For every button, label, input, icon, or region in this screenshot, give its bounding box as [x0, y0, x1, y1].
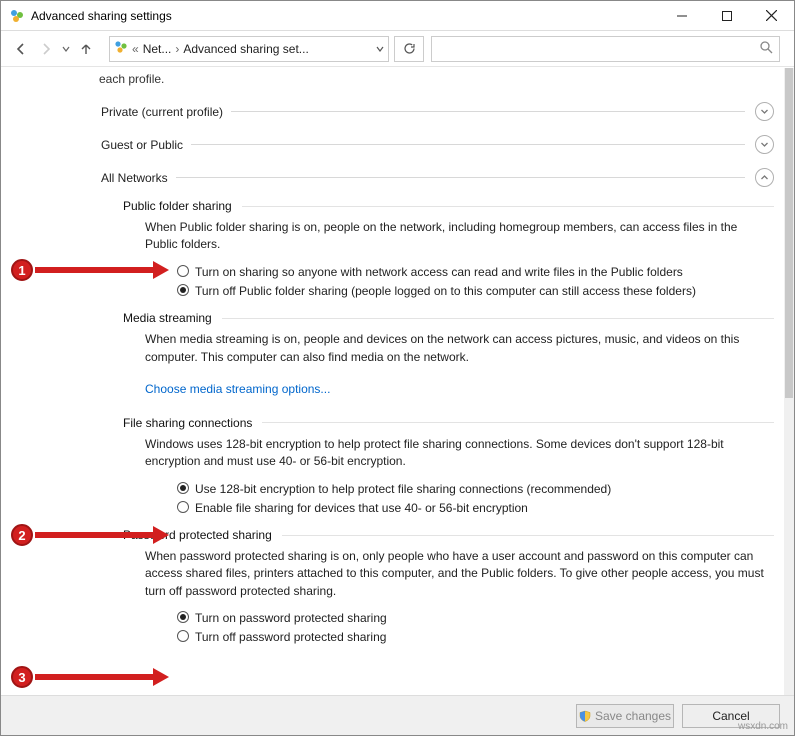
desc-media-streaming: When media streaming is on, people and d… [145, 331, 764, 366]
minimize-button[interactable] [659, 2, 704, 30]
back-button[interactable] [9, 37, 33, 61]
address-bar[interactable]: « Net... › Advanced sharing set... [109, 36, 389, 62]
profile-guest-label: Guest or Public [101, 138, 183, 152]
search-input[interactable] [438, 41, 773, 57]
chevron-down-icon[interactable] [376, 42, 384, 56]
save-changes-button[interactable]: Save changes [576, 704, 674, 728]
breadcrumb-advanced[interactable]: Advanced sharing set... [183, 42, 308, 56]
desc-public-folder-sharing: When Public folder sharing is on, people… [145, 219, 764, 254]
desc-file-sharing-connections: Windows uses 128-bit encryption to help … [145, 436, 764, 471]
profile-all-label: All Networks [101, 171, 168, 185]
breadcrumb-sep: « [132, 42, 139, 56]
radio-icon[interactable] [177, 482, 189, 494]
radio-password-off[interactable]: Turn off password protected sharing [177, 629, 774, 645]
refresh-button[interactable] [394, 36, 424, 62]
annotation-badge-2: 2 [11, 524, 33, 546]
each-profile-text: each profile. [99, 72, 774, 86]
radio-password-on[interactable]: Turn on password protected sharing [177, 610, 774, 626]
app-icon [9, 8, 25, 24]
profile-guest-public[interactable]: Guest or Public [101, 135, 774, 154]
desc-password-protected-sharing: When password protected sharing is on, o… [145, 548, 764, 600]
annotation-arrow-3 [35, 671, 169, 683]
radio-icon[interactable] [177, 611, 189, 623]
footer: Save changes Cancel [1, 695, 794, 735]
forward-button[interactable] [34, 37, 58, 61]
radio-4056bit-encryption[interactable]: Enable file sharing for devices that use… [177, 500, 774, 516]
heading-password-protected-sharing: Password protected sharing [123, 528, 774, 542]
annotation-arrow-1 [35, 264, 169, 276]
profile-private[interactable]: Private (current profile) [101, 102, 774, 121]
radio-128bit-encryption[interactable]: Use 128-bit encryption to help protect f… [177, 481, 774, 497]
content-pane: each profile. Private (current profile) … [1, 68, 784, 664]
search-icon[interactable] [760, 41, 773, 57]
heading-public-folder-sharing: Public folder sharing [123, 199, 774, 213]
search-box[interactable] [431, 36, 780, 62]
network-icon [114, 40, 128, 57]
radio-public-folder-on[interactable]: Turn on sharing so anyone with network a… [177, 264, 774, 280]
annotation-badge-1: 1 [11, 259, 33, 281]
annotation-badge-3: 3 [11, 666, 33, 688]
navbar: « Net... › Advanced sharing set... [1, 31, 794, 67]
profile-all-networks[interactable]: All Networks [101, 168, 774, 187]
shield-icon [579, 710, 591, 722]
radio-icon[interactable] [177, 501, 189, 513]
annotation-arrow-2 [35, 529, 169, 541]
chevron-up-icon[interactable] [755, 168, 774, 187]
heading-media-streaming: Media streaming [123, 311, 774, 325]
titlebar: Advanced sharing settings [1, 1, 794, 31]
heading-file-sharing-connections: File sharing connections [123, 416, 774, 430]
breadcrumb-network[interactable]: Net... [143, 42, 172, 56]
watermark: wsxdn.com [738, 721, 788, 732]
radio-public-folder-off[interactable]: Turn off Public folder sharing (people l… [177, 283, 774, 299]
vertical-scrollbar[interactable] [784, 68, 794, 695]
chevron-down-icon[interactable] [755, 102, 774, 121]
link-media-streaming-options[interactable]: Choose media streaming options... [145, 382, 330, 396]
recent-dropdown[interactable] [59, 37, 73, 61]
maximize-button[interactable] [704, 2, 749, 30]
chevron-right-icon: › [175, 42, 179, 56]
radio-icon[interactable] [177, 265, 189, 277]
close-button[interactable] [749, 2, 794, 30]
scrollbar-thumb[interactable] [785, 68, 793, 398]
chevron-down-icon[interactable] [755, 135, 774, 154]
window-title: Advanced sharing settings [31, 9, 172, 23]
radio-icon[interactable] [177, 284, 189, 296]
up-button[interactable] [74, 37, 98, 61]
radio-icon[interactable] [177, 630, 189, 642]
profile-private-label: Private (current profile) [101, 105, 223, 119]
